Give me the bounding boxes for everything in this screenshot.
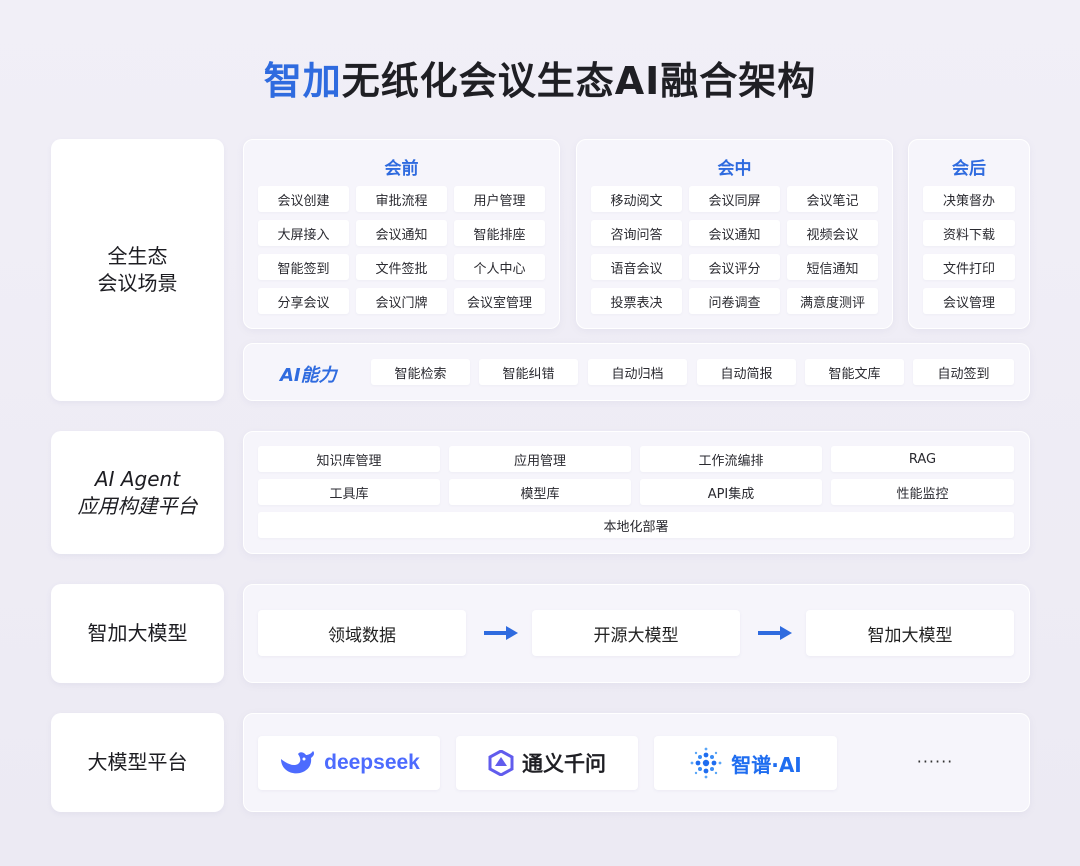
ai-label: AI能力 [280, 365, 337, 386]
chip-before: 会议通知 [356, 220, 447, 246]
row-label-model-text: 智加大模型 [87, 621, 188, 645]
chip-during: 咨询问答 [591, 220, 682, 246]
panel-before-title: 会前 [384, 159, 419, 179]
chip-agent: API集成 [640, 479, 822, 505]
chip-ai: 智能纠错 [479, 359, 578, 385]
chip-during: 会议同屏 [689, 186, 780, 212]
platform-deepseek: deepseek [258, 736, 440, 790]
chip-before: 文件签批 [356, 254, 447, 280]
row-label-agent-line2: 应用构建平台 [77, 493, 198, 518]
arrow-right-icon [484, 626, 518, 640]
platform-qwen: 通义千问 [456, 736, 638, 790]
chip-before: 智能排座 [454, 220, 545, 246]
row-label-model: 智加大模型 [51, 584, 224, 683]
flow-step-zhijia-model: 智加大模型 [806, 610, 1014, 656]
chip-before: 大屏接入 [258, 220, 349, 246]
flow-step-domain-data: 领域数据 [258, 610, 466, 656]
panel-after-title: 会后 [952, 159, 986, 179]
platform-qwen-label: 通义千问 [522, 752, 606, 776]
chip-during: 会议通知 [689, 220, 780, 246]
chip-during: 投票表决 [591, 288, 682, 314]
row-label-platform: 大模型平台 [51, 713, 224, 812]
chip-ai: 自动归档 [588, 359, 687, 385]
chip-ai: 自动签到 [913, 359, 1014, 385]
chip-before: 会议创建 [258, 186, 349, 212]
zhipu-dots-icon [690, 747, 722, 779]
deepseek-whale-icon [281, 751, 315, 774]
title-rest: 无纸化会议生态AI融合架构 [341, 59, 817, 103]
chip-before: 会议室管理 [454, 288, 545, 314]
chip-agent: 知识库管理 [258, 446, 440, 472]
platform-zhipu-label: 智谱·AI [731, 752, 802, 777]
chip-during: 会议评分 [689, 254, 780, 280]
chip-ai: 智能检索 [371, 359, 470, 385]
chip-during: 满意度测评 [787, 288, 878, 314]
platform-more: ······ [916, 752, 954, 771]
chip-before: 个人中心 [454, 254, 545, 280]
platform-deepseek-label: deepseek [324, 751, 420, 774]
platform-zhipu: 智谱·AI [654, 736, 837, 790]
qwen-logo-icon [488, 750, 514, 776]
chip-during: 移动阅文 [591, 186, 682, 212]
chip-ai: 智能文库 [805, 359, 904, 385]
chip-agent: 工具库 [258, 479, 440, 505]
row-label-scene-line1: 全生态 [107, 244, 168, 268]
arrow-right-icon [758, 626, 792, 640]
flow-step-open-source: 开源大模型 [532, 610, 740, 656]
chip-before: 会议门牌 [356, 288, 447, 314]
panel-during-title: 会中 [717, 159, 752, 179]
chip-during: 问卷调查 [689, 288, 780, 314]
chip-agent: 模型库 [449, 479, 631, 505]
chip-during: 会议笔记 [787, 186, 878, 212]
chip-after: 会议管理 [923, 288, 1015, 314]
chip-agent-wide: 本地化部署 [258, 512, 1014, 538]
chip-after: 文件打印 [923, 254, 1015, 280]
title-highlight: 智加 [263, 59, 342, 103]
chip-after: 决策督办 [923, 186, 1015, 212]
row-label-agent-line1: AI Agent [94, 466, 181, 491]
page-title: 智加无纸化会议生态AI融合架构 [0, 50, 1080, 105]
chip-before: 审批流程 [356, 186, 447, 212]
row-label-platform-text: 大模型平台 [87, 750, 188, 774]
chip-before: 智能签到 [258, 254, 349, 280]
chip-during: 短信通知 [787, 254, 878, 280]
chip-during: 视频会议 [787, 220, 878, 246]
chip-agent: 工作流编排 [640, 446, 822, 472]
row-label-scene: 全生态 会议场景 [51, 139, 224, 401]
chip-agent: RAG [831, 446, 1014, 472]
chip-before: 用户管理 [454, 186, 545, 212]
chip-agent: 性能监控 [831, 479, 1014, 505]
chip-before: 分享会议 [258, 288, 349, 314]
row-label-scene-line2: 会议场景 [97, 271, 178, 295]
chip-agent: 应用管理 [449, 446, 631, 472]
chip-after: 资料下载 [923, 220, 1015, 246]
chip-ai: 自动简报 [697, 359, 796, 385]
chip-during: 语音会议 [591, 254, 682, 280]
row-label-agent: AI Agent 应用构建平台 [51, 431, 224, 554]
